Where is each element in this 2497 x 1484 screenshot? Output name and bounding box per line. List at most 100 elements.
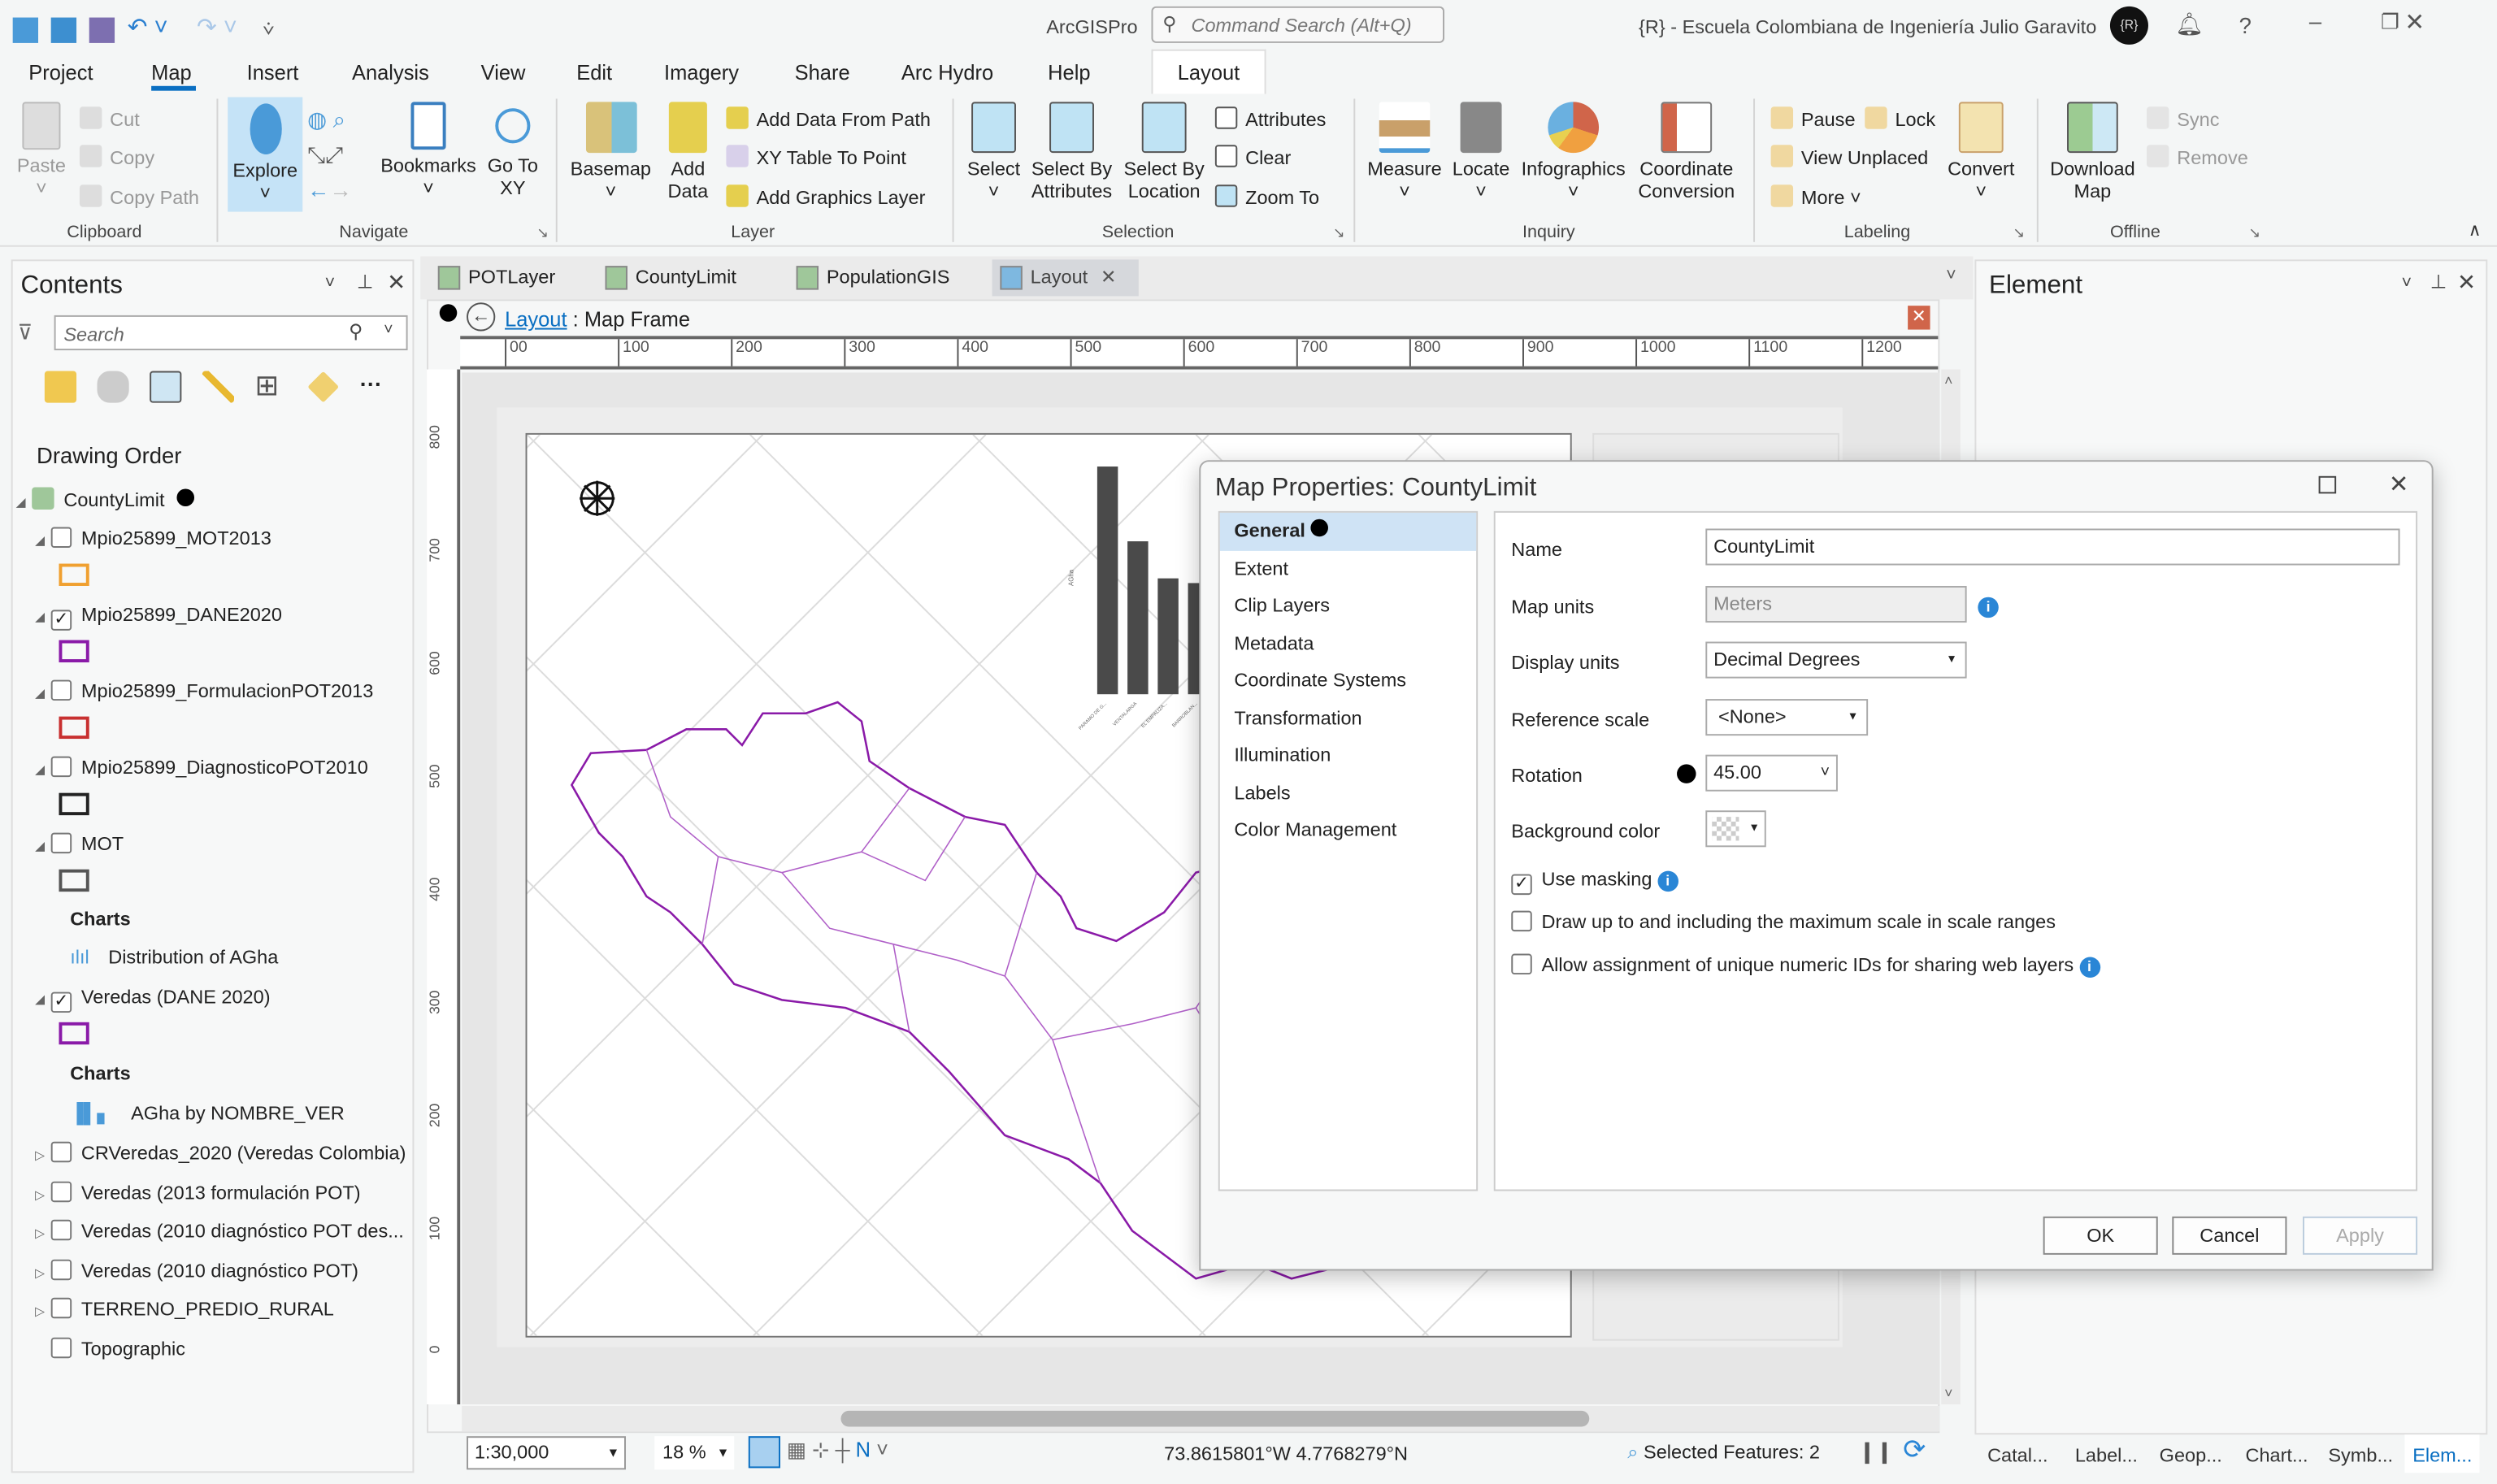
tab-edit[interactable]: Edit — [576, 60, 612, 84]
tab-view[interactable]: View — [481, 60, 526, 84]
list-by-drawing-order-icon[interactable] — [44, 371, 77, 403]
user-avatar[interactable]: {R} — [2109, 6, 2148, 45]
locate-button[interactable]: Locate ˅ — [1448, 102, 1514, 202]
dialog-nav-item[interactable]: General — [1219, 512, 1477, 550]
dialog-nav-item[interactable]: Metadata — [1220, 625, 1476, 662]
measure-button[interactable]: Measure ˅ — [1363, 102, 1446, 202]
tab-help[interactable]: Help — [1048, 60, 1090, 84]
convert-button[interactable]: Convert ˅ — [1939, 102, 2022, 202]
apply-button[interactable]: Apply — [2303, 1216, 2418, 1255]
collapse-icon[interactable]: ◢ — [35, 762, 51, 777]
layer-row[interactable]: ◢ Mpio25899_FormulacionPOT2013 — [35, 679, 373, 702]
refresh-icon[interactable]: ⟳ — [1903, 1434, 1926, 1466]
selected-features-button[interactable]: ⌕ Selected Features: 2 — [1627, 1441, 1820, 1464]
dialog-nav-item[interactable]: Color Management — [1220, 812, 1476, 849]
layer-visibility-checkbox[interactable] — [50, 1220, 72, 1241]
undo-icon[interactable]: ↶ ˅ — [128, 15, 168, 41]
previous-extent-icon[interactable]: ← — [307, 176, 329, 202]
sync-button[interactable]: Sync — [2147, 106, 2220, 131]
go-to-xy-button[interactable]: Go To XY — [483, 102, 543, 199]
symbol-swatch[interactable] — [59, 869, 89, 892]
use-masking-checkbox[interactable]: ✓ — [1511, 874, 1532, 896]
info-icon[interactable]: i — [1978, 594, 1999, 618]
navigate-launcher-icon[interactable]: ↘ — [536, 224, 549, 242]
layer-visibility-checkbox[interactable]: ✓ — [50, 610, 72, 631]
layer-visibility-checkbox[interactable] — [50, 1180, 72, 1202]
breadcrumb-layout-link[interactable]: Layout — [505, 307, 567, 331]
back-icon[interactable]: ← — [467, 302, 496, 332]
draw-up-checkbox[interactable] — [1511, 910, 1532, 932]
select-by-attributes-button[interactable]: Select By Attributes — [1027, 102, 1117, 202]
ok-button[interactable]: OK — [2043, 1216, 2158, 1255]
layer-visibility-checkbox[interactable] — [50, 527, 72, 548]
pane-options-icon[interactable]: ˅ — [2401, 274, 2412, 293]
layer-countylimit[interactable]: ◢ CountyLimit — [16, 487, 194, 511]
view-unplaced-button[interactable]: View Unplaced — [1770, 145, 1928, 169]
tab-analysis[interactable]: Analysis — [352, 60, 429, 84]
restore-button[interactable]: ❐ — [2381, 10, 2399, 35]
infographics-button[interactable]: Infographics ˅ — [1518, 102, 1629, 202]
dialog-nav-item[interactable]: Transformation — [1220, 700, 1476, 737]
reference-scale-select[interactable]: <None> ▼ — [1705, 699, 1869, 736]
dialog-nav-item[interactable]: Illumination — [1220, 737, 1476, 775]
close-activation-icon[interactable]: ✕ — [1908, 306, 1930, 330]
minimize-button[interactable]: – — [2309, 8, 2321, 33]
scale-select[interactable]: 1:30,000 ▼ — [467, 1436, 626, 1470]
allow-ids-checkbox[interactable] — [1511, 953, 1532, 975]
selection-launcher-icon[interactable]: ↘ — [1333, 224, 1345, 242]
symbol-swatch[interactable] — [59, 792, 89, 816]
layer-row[interactable]: ◢ Mpio25899_MOT2013 — [35, 527, 271, 549]
close-button[interactable]: ✕ — [2404, 8, 2425, 37]
clear-button[interactable]: Clear — [1214, 145, 1291, 169]
search-icon[interactable]: ⚲ — [349, 320, 363, 342]
more-options-icon[interactable]: ··· — [360, 371, 382, 402]
close-pane-icon[interactable]: ✕ — [2457, 269, 2476, 296]
layer-visibility-checkbox[interactable] — [50, 1259, 72, 1280]
tab-map[interactable]: Map — [151, 60, 192, 84]
next-extent-icon[interactable]: → — [330, 176, 352, 202]
close-dialog-button[interactable]: ✕ — [2389, 470, 2409, 498]
pane-options-icon[interactable]: ˅ — [325, 274, 336, 293]
tab-element[interactable]: Elem... — [2404, 1434, 2481, 1473]
bookmarks-button[interactable]: Bookmarks ˅ — [379, 102, 477, 199]
tab-layout[interactable]: Layout — [1151, 49, 1266, 94]
zoom-select[interactable]: 18 % ▼ — [654, 1436, 735, 1470]
more-dropdown-icon[interactable]: ˅ — [876, 1438, 888, 1461]
layer-visibility-checkbox[interactable] — [50, 679, 72, 701]
tab-layout-view[interactable]: Layout ✕ — [992, 259, 1139, 297]
allow-ids-row[interactable]: Allow assignment of unique numeric IDs f… — [1511, 953, 2100, 978]
grid-icon[interactable]: ▦ — [787, 1438, 806, 1461]
list-by-snapping-icon[interactable]: ⊞ — [254, 371, 286, 402]
maximize-button[interactable] — [2318, 475, 2337, 494]
customize-icon[interactable]: ⩒ — [263, 18, 274, 40]
help-icon[interactable]: ? — [2239, 13, 2252, 38]
tab-insert[interactable]: Insert — [247, 60, 299, 84]
labeling-launcher-icon[interactable]: ↘ — [2013, 224, 2025, 242]
full-extent-icon[interactable]: ◍ ⌕ — [307, 106, 345, 132]
rotation-input[interactable]: 45.00 ˅ — [1705, 754, 1838, 792]
symbol-swatch[interactable] — [59, 563, 89, 586]
close-tab-icon[interactable]: ✕ — [1101, 266, 1117, 288]
background-color-picker[interactable]: ▼ — [1705, 810, 1766, 848]
pause-labels-button[interactable]: Pause — [1770, 106, 1856, 131]
symbol-swatch[interactable] — [59, 640, 89, 663]
list-by-labeling-icon[interactable] — [307, 371, 340, 403]
layer-visibility-checkbox[interactable]: ✓ — [50, 992, 72, 1013]
tab-countylimit[interactable]: CountyLimit — [597, 259, 736, 296]
zoom-to-button[interactable]: Zoom To — [1214, 184, 1319, 209]
layer-visibility-checkbox[interactable] — [50, 756, 72, 778]
paste-button[interactable]: Paste ˅ — [13, 102, 71, 199]
notifications-icon[interactable]: 🔔︎ — [2175, 11, 2204, 38]
pin-icon[interactable]: ⊥ — [2430, 271, 2447, 293]
use-masking-row[interactable]: ✓ Use masking i — [1511, 868, 1678, 896]
tab-catalog[interactable]: Catal... — [1987, 1444, 2048, 1466]
collapse-icon[interactable]: ◢ — [35, 610, 51, 624]
expand-icon[interactable]: ▷ — [35, 1187, 51, 1202]
north-icon[interactable]: N — [856, 1438, 871, 1461]
search-options-icon[interactable]: ˅ — [384, 322, 393, 340]
remove-button[interactable]: Remove — [2147, 145, 2248, 169]
select-by-location-button[interactable]: Select By Location — [1119, 102, 1209, 202]
dialog-nav-item[interactable]: Clip Layers — [1220, 588, 1476, 625]
expand-icon[interactable]: ▷ — [35, 1148, 51, 1163]
layer-visibility-checkbox[interactable] — [50, 832, 72, 854]
